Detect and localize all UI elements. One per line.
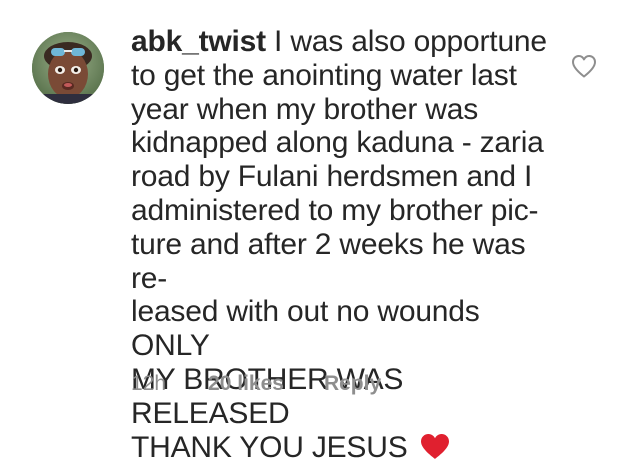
comment-text-line: I was also opportune (265, 25, 547, 58)
comment-body: abk_twist I was also opportune to get the… (131, 25, 561, 464)
comment-text-line: leased with out no wounds ONLY (131, 295, 480, 363)
comment-text-line: year when my brother was (131, 92, 479, 126)
heart-outline-icon (572, 55, 596, 78)
comment-timestamp: 12h (131, 372, 167, 395)
comment-text-line: administered to my brother pic- (131, 193, 539, 227)
reply-button[interactable]: Reply (324, 372, 381, 396)
comment-text-line: THANK YOU JESUS (131, 430, 408, 464)
comment-likes-count[interactable]: 20 likes (208, 372, 284, 396)
avatar[interactable] (32, 32, 104, 104)
comment-text-line: to get the anointing water last (131, 58, 517, 92)
comment-username[interactable]: abk_twist (131, 25, 266, 58)
like-comment-button[interactable] (570, 52, 598, 80)
comment-text: I was also opportune to get the anointing… (131, 25, 547, 464)
red-heart-emoji-icon (420, 433, 450, 460)
comment-text-line: road by Fulani herdsmen and I (131, 160, 533, 194)
avatar-image (32, 32, 104, 104)
comment-item: abk_twist I was also opportune to get the… (0, 0, 640, 464)
comment-text-line: ture and after 2 weeks he was re- (131, 227, 526, 295)
comment-text-line: kidnapped along kaduna - zaria (131, 126, 544, 160)
comment-meta: 12h 20 likes Reply (131, 372, 381, 396)
